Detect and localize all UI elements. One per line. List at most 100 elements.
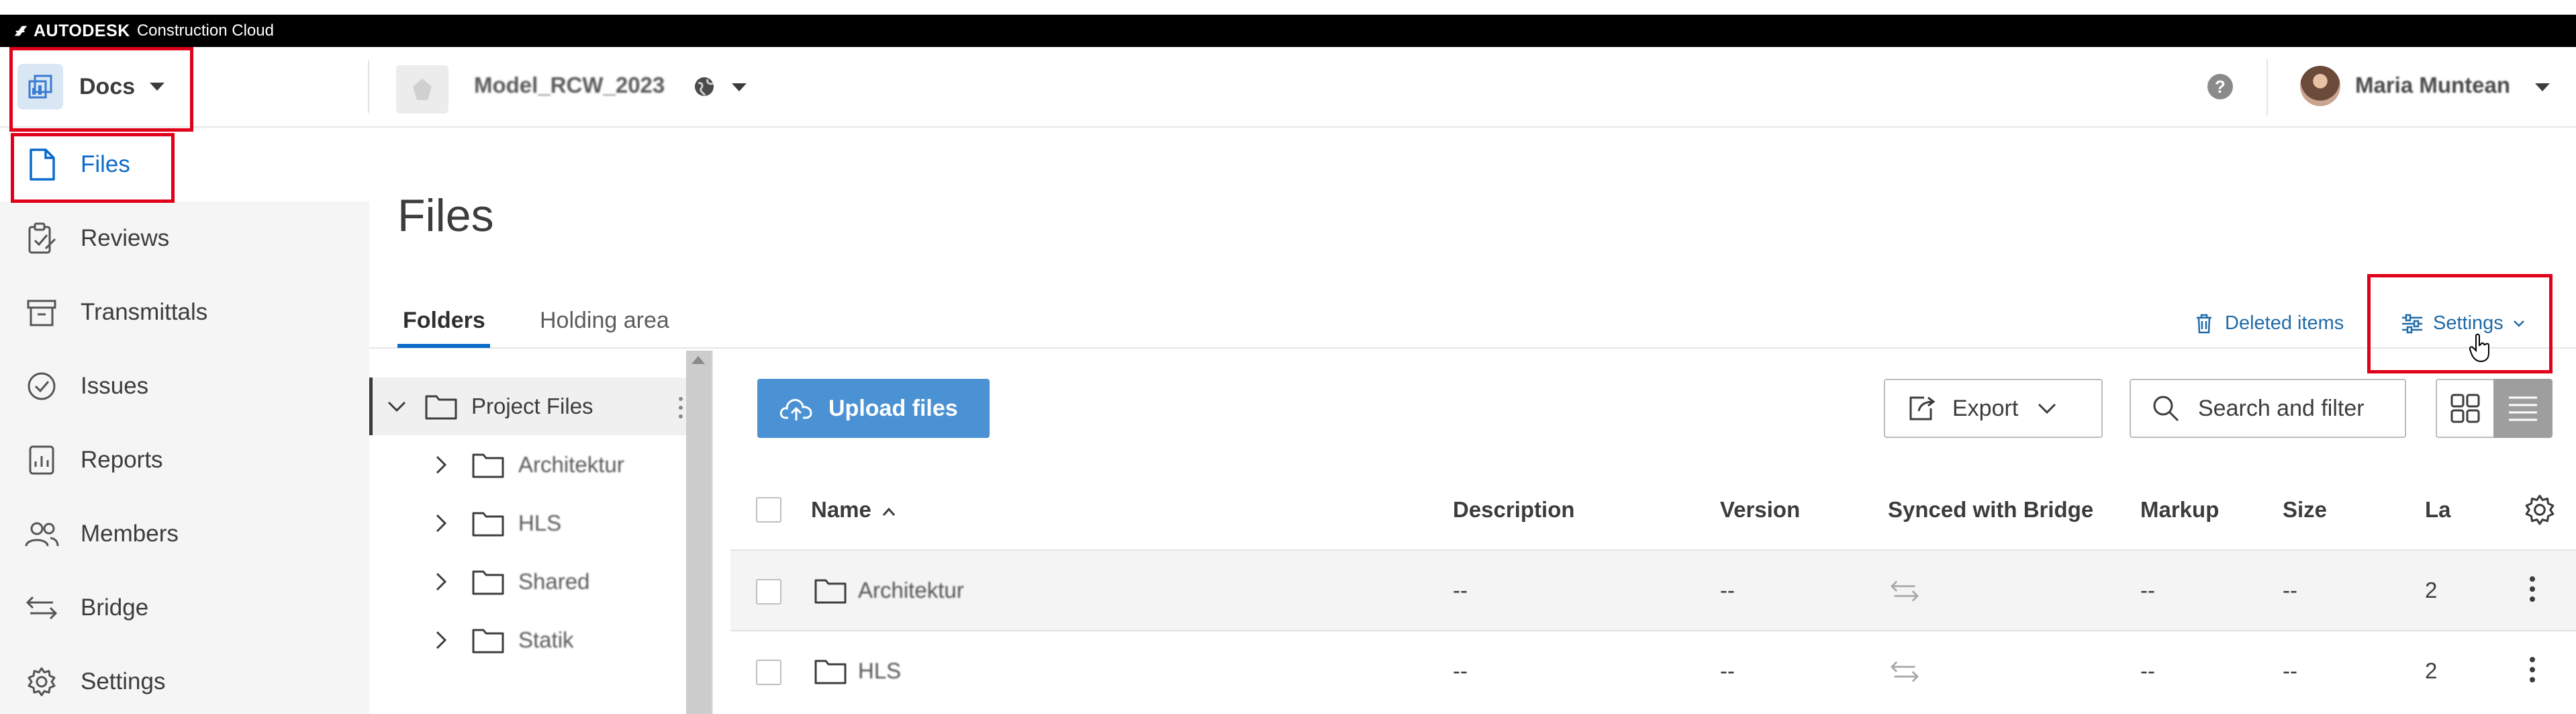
tree-root-row[interactable]: Project Files bbox=[387, 392, 593, 420]
issues-icon bbox=[23, 367, 60, 405]
sidebar-item-label: Reviews bbox=[81, 225, 170, 251]
select-all-checkbox[interactable] bbox=[756, 497, 781, 523]
sidebar-item-issues[interactable]: Issues bbox=[0, 349, 369, 423]
tree-item-label: Statik bbox=[518, 627, 574, 652]
annotation-highlight-settings bbox=[2367, 274, 2553, 373]
sidebar-item-label: Transmittals bbox=[81, 299, 208, 325]
sidebar-item-transmittals[interactable]: Transmittals bbox=[0, 275, 369, 349]
column-version[interactable]: Version bbox=[1720, 497, 1800, 523]
deleted-items-label: Deleted items bbox=[2225, 312, 2344, 334]
folder-icon bbox=[425, 395, 457, 420]
row-name[interactable]: HLS bbox=[858, 658, 901, 684]
row-more-menu-icon[interactable] bbox=[2530, 657, 2535, 687]
deleted-items-button[interactable]: Deleted items bbox=[2194, 312, 2344, 334]
column-description[interactable]: Description bbox=[1453, 497, 1575, 523]
user-name[interactable]: Maria Muntean bbox=[2355, 73, 2510, 98]
header-divider bbox=[368, 60, 369, 113]
chevron-down-icon bbox=[2038, 403, 2056, 414]
row-version: -- bbox=[1720, 578, 1735, 603]
folder-icon bbox=[472, 629, 504, 654]
sidebar: Files Reviews Transmittals Issues Report… bbox=[0, 128, 369, 714]
table-row[interactable]: Architektur -- -- -- -- 2 bbox=[730, 549, 2576, 630]
bridge-icon bbox=[23, 589, 60, 627]
tab-holding-area[interactable]: Holding area bbox=[540, 308, 669, 334]
project-thumbnail[interactable] bbox=[396, 65, 448, 114]
chevron-right-icon[interactable] bbox=[434, 572, 448, 592]
tabs-divider bbox=[369, 347, 2576, 349]
row-version: -- bbox=[1720, 658, 1735, 683]
chevron-right-icon[interactable] bbox=[434, 630, 448, 650]
bridge-sync-icon bbox=[1890, 661, 1919, 682]
column-name[interactable]: Name bbox=[811, 497, 896, 523]
user-chevron-down-icon[interactable] bbox=[2535, 83, 2550, 91]
export-label: Export bbox=[1952, 395, 2019, 421]
transmittals-icon bbox=[23, 294, 60, 331]
row-last-updated: 2 bbox=[2425, 578, 2438, 603]
gear-icon bbox=[23, 663, 60, 701]
chevron-right-icon[interactable] bbox=[434, 513, 448, 533]
tab-folders[interactable]: Folders bbox=[403, 308, 485, 334]
table-row[interactable]: HLS -- -- -- -- 2 bbox=[730, 630, 2576, 711]
list-view-icon bbox=[2509, 396, 2537, 421]
folder-icon bbox=[472, 512, 504, 537]
page-title: Files bbox=[397, 190, 494, 241]
sidebar-item-label: Bridge bbox=[81, 594, 149, 621]
tree-item-label: HLS bbox=[518, 510, 562, 535]
globe-icon bbox=[695, 77, 714, 96]
sidebar-item-settings[interactable]: Settings bbox=[0, 645, 369, 714]
row-checkbox[interactable] bbox=[756, 579, 781, 605]
tree-item-label: Shared bbox=[518, 569, 590, 594]
sidebar-item-label: Issues bbox=[81, 373, 149, 399]
folder-icon bbox=[472, 453, 504, 478]
list-view-button[interactable] bbox=[2493, 379, 2553, 438]
export-button[interactable]: Export bbox=[1884, 379, 2103, 438]
column-markup[interactable]: Markup bbox=[2140, 497, 2219, 523]
tree-item-hls[interactable]: HLS bbox=[434, 509, 561, 537]
help-icon[interactable]: ? bbox=[2207, 74, 2233, 99]
scroll-up-arrow-icon[interactable] bbox=[691, 356, 705, 364]
upload-files-button[interactable]: Upload files bbox=[757, 379, 990, 438]
header-divider bbox=[2267, 59, 2268, 116]
column-synced-with-bridge[interactable]: Synced with Bridge bbox=[1888, 497, 2093, 523]
column-size[interactable]: Size bbox=[2283, 497, 2327, 523]
avatar[interactable] bbox=[2300, 66, 2340, 106]
column-settings-gear-icon[interactable] bbox=[2523, 493, 2557, 527]
project-chevron-down-icon[interactable] bbox=[732, 83, 747, 91]
app-header: Docs Model_RCW_2023 ? Maria Muntean bbox=[0, 47, 2576, 128]
drag-handle-icon[interactable] bbox=[678, 396, 683, 419]
grid-view-button[interactable] bbox=[2436, 379, 2495, 438]
brand-name: AUTODESK bbox=[34, 21, 130, 40]
tree-item-architektur[interactable]: Architektur bbox=[434, 451, 624, 479]
project-name[interactable]: Model_RCW_2023 bbox=[474, 73, 665, 98]
chevron-right-icon[interactable] bbox=[434, 455, 448, 475]
sidebar-item-reports[interactable]: Reports bbox=[0, 423, 369, 497]
row-checkbox[interactable] bbox=[756, 660, 781, 685]
sidebar-item-label: Settings bbox=[81, 668, 166, 695]
row-size: -- bbox=[2283, 658, 2297, 683]
cloud-upload-icon bbox=[779, 399, 812, 420]
row-markup: -- bbox=[2140, 578, 2155, 603]
sidebar-item-members[interactable]: Members bbox=[0, 497, 369, 571]
annotation-highlight-files bbox=[11, 133, 175, 203]
browser-top-strip bbox=[0, 0, 2576, 15]
column-last-updated[interactable]: La bbox=[2425, 497, 2460, 523]
bridge-sync-icon bbox=[1890, 580, 1919, 602]
chevron-down-icon[interactable] bbox=[387, 396, 407, 416]
tree-item-label: Project Files bbox=[471, 394, 593, 418]
upload-files-label: Upload files bbox=[828, 395, 958, 421]
sidebar-item-label: Members bbox=[81, 521, 179, 547]
sidebar-item-bridge[interactable]: Bridge bbox=[0, 571, 369, 645]
tree-item-label: Architektur bbox=[518, 452, 624, 477]
sidebar-item-label: Reports bbox=[81, 447, 163, 473]
search-icon bbox=[2153, 396, 2179, 422]
tree-scrollbar[interactable] bbox=[686, 351, 712, 714]
row-more-menu-icon[interactable] bbox=[2530, 576, 2535, 607]
panel-divider[interactable] bbox=[712, 351, 713, 714]
export-icon bbox=[1909, 396, 1936, 420]
search-and-filter-button[interactable]: Search and filter bbox=[2130, 379, 2406, 438]
tree-item-shared[interactable]: Shared bbox=[434, 568, 589, 596]
reviews-icon bbox=[23, 220, 60, 257]
row-name[interactable]: Architektur bbox=[858, 578, 964, 603]
tree-item-statik[interactable]: Statik bbox=[434, 626, 574, 654]
sidebar-item-reviews[interactable]: Reviews bbox=[0, 202, 369, 275]
